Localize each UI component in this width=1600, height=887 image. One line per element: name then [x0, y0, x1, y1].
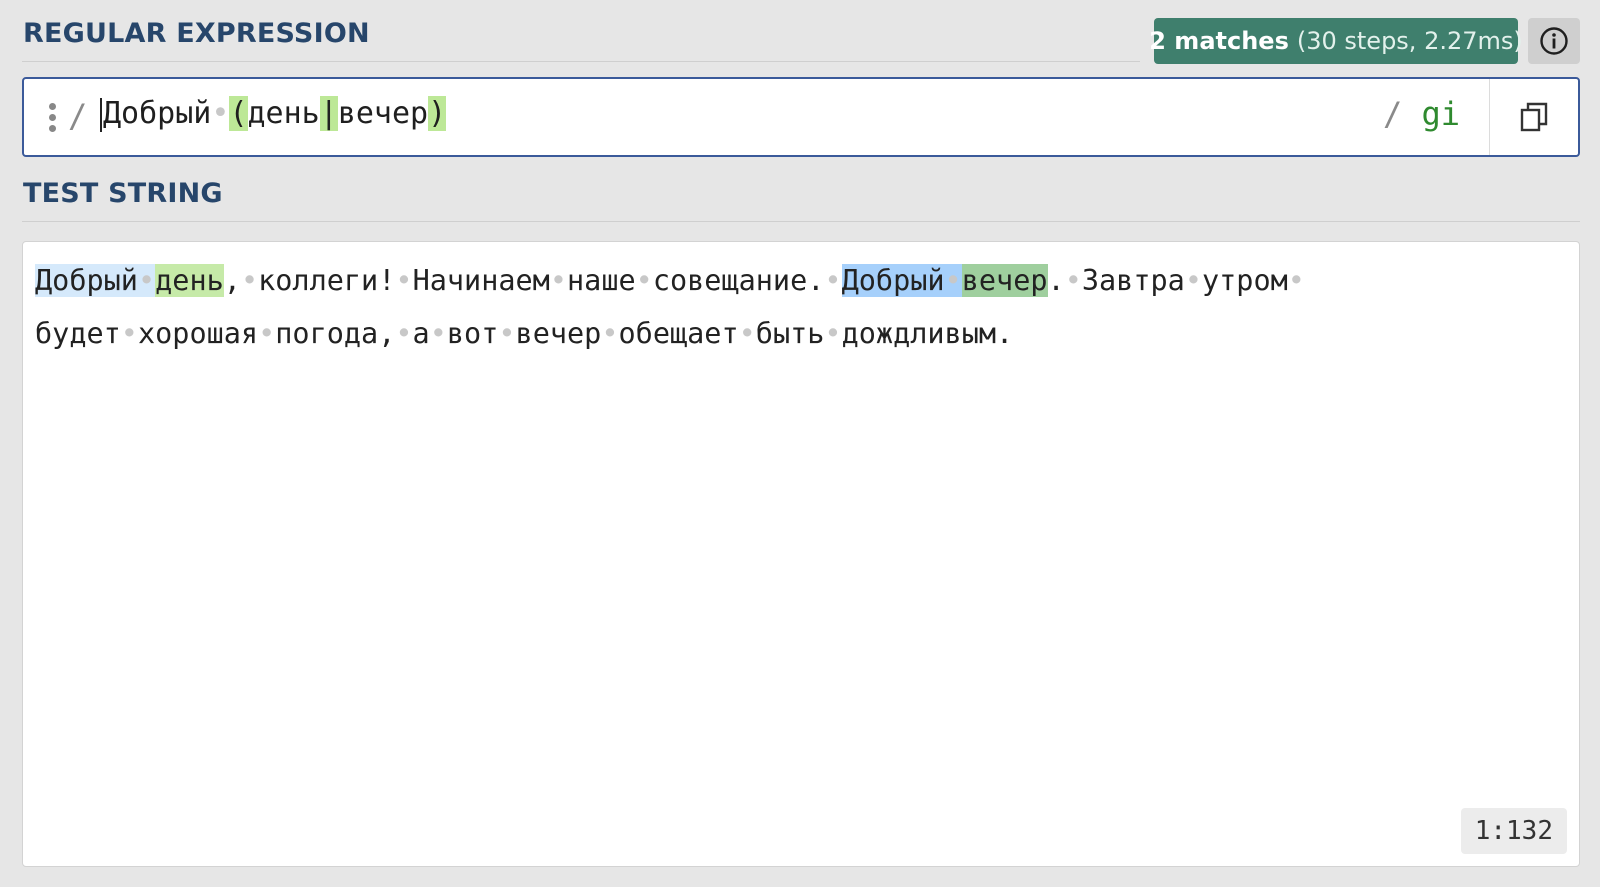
text-segment: Начинаем [412, 264, 550, 297]
match-details: (30 steps, 2.27ms) [1296, 27, 1523, 55]
regex-token-alternation: | [319, 96, 338, 131]
regex-token-alt1: день [247, 96, 320, 131]
text-segment: а [412, 317, 430, 350]
test-string-text[interactable]: Добрый•день,•коллеги!•Начинаем•наше•сове… [35, 254, 1567, 360]
text-segment: коллеги! [258, 264, 396, 297]
regex-token-alt2: вечер [337, 96, 429, 131]
regex-open-delimiter: / [68, 97, 88, 135]
regex-section-title: REGULAR EXPRESSION [23, 18, 370, 49]
text-segment: обещает [618, 317, 739, 350]
text-cursor [100, 97, 102, 132]
whitespace-marker: • [429, 317, 447, 350]
text-segment: , [223, 264, 241, 297]
info-button[interactable] [1528, 18, 1580, 64]
whitespace-marker: • [738, 317, 756, 350]
whitespace-marker: • [549, 264, 568, 297]
copy-icon [1520, 102, 1548, 132]
regex-input-box[interactable]: / Добрый•(день|вечер) / gi [22, 77, 1580, 157]
text-segment: быть [755, 317, 825, 350]
whitespace-marker: • [824, 317, 842, 350]
whitespace-marker: • [240, 264, 259, 297]
regex-section-rule [22, 61, 1140, 62]
whitespace-marker: • [601, 317, 619, 350]
match-highlight: день [155, 264, 224, 297]
match-count-badge: 2 matches (30 steps, 2.27ms) [1149, 18, 1523, 64]
regex-token-group-open: ( [229, 96, 248, 131]
regex-flags[interactable]: gi [1421, 95, 1460, 133]
whitespace-marker: • [258, 317, 276, 350]
text-segment: . [1047, 264, 1065, 297]
whitespace-marker: • [1064, 264, 1082, 297]
test-string-box[interactable]: Добрый•день,•коллеги!•Начинаем•наше•сове… [22, 241, 1580, 867]
text-segment: будет [35, 317, 121, 350]
match-highlight: Добрый [841, 264, 945, 297]
match-count: 2 matches [1149, 27, 1289, 55]
regex-token-group-close: ) [428, 96, 447, 131]
text-segment: наше [567, 264, 636, 297]
match-highlight: • [944, 264, 962, 297]
cursor-position-badge: 1:132 [1460, 808, 1567, 854]
match-highlight: Добрый [35, 264, 138, 297]
text-segment: Завтра [1081, 264, 1185, 297]
text-segment: вечер [515, 317, 602, 350]
text-segment: дождливым. [841, 317, 1014, 350]
match-highlight: • [137, 264, 156, 297]
text-segment: вот [446, 317, 499, 350]
whitespace-marker: • [395, 317, 413, 350]
text-segment: хорошая [137, 317, 259, 350]
text-segment: погода, [275, 317, 396, 350]
whitespace-marker: • [635, 264, 653, 297]
regex-token-word: Добрый [103, 96, 212, 131]
whitespace-marker: • [395, 264, 413, 297]
whitespace-marker: • [120, 317, 138, 350]
test-section-rule [22, 221, 1580, 222]
whitespace-marker: • [1287, 264, 1305, 297]
test-section-title: TEST STRING [23, 178, 223, 209]
regex-flags-area[interactable]: / gi [1383, 93, 1460, 135]
match-highlight: вечер [961, 264, 1048, 297]
whitespace-marker: • [498, 317, 516, 350]
regex-close-delimiter: / [1382, 95, 1403, 133]
text-segment: утром [1201, 264, 1288, 297]
copy-button[interactable] [1489, 79, 1578, 155]
regex-token-space: • [211, 96, 230, 131]
info-icon [1540, 27, 1568, 55]
whitespace-marker: • [1184, 264, 1202, 297]
text-segment: совещание. [652, 264, 825, 297]
regex-input[interactable]: Добрый•(день|вечер) [100, 93, 447, 135]
drag-handle-icon[interactable] [48, 103, 58, 133]
whitespace-marker: • [824, 264, 842, 297]
